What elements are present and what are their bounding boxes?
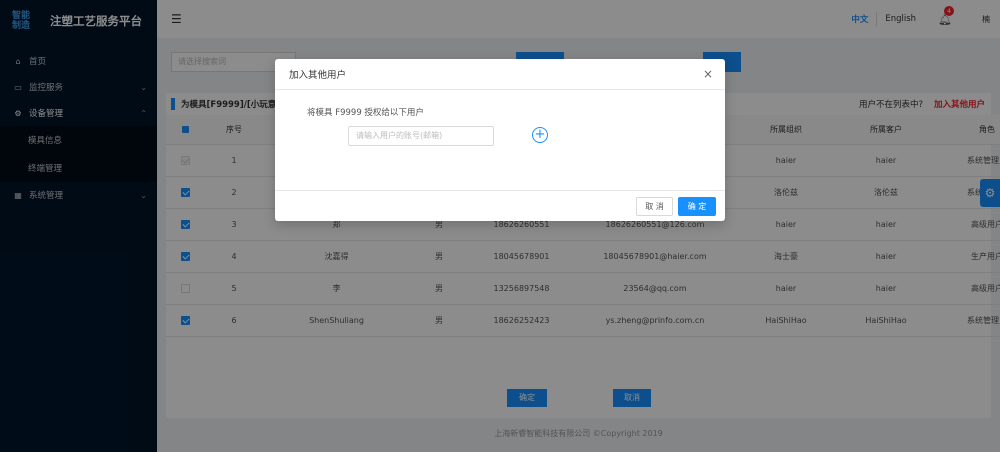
modal-title: 加入其他用户 [289, 70, 347, 81]
modal-cancel-button[interactable]: 取 消 [636, 197, 673, 216]
modal-description: 将模具 F9999 授权给以下用户 [307, 108, 424, 118]
close-icon[interactable]: × [703, 67, 713, 81]
add-user-modal: 加入其他用户 × 将模具 F9999 授权给以下用户 请输入用户的账号(邮箱) … [275, 59, 725, 221]
modal-footer: 取 消 确 定 [275, 190, 725, 221]
user-account-input[interactable]: 请输入用户的账号(邮箱) [348, 126, 494, 146]
modal-header: 加入其他用户 × [275, 59, 725, 90]
add-circle-icon[interactable]: + [532, 127, 548, 143]
modal-ok-button[interactable]: 确 定 [678, 197, 716, 216]
